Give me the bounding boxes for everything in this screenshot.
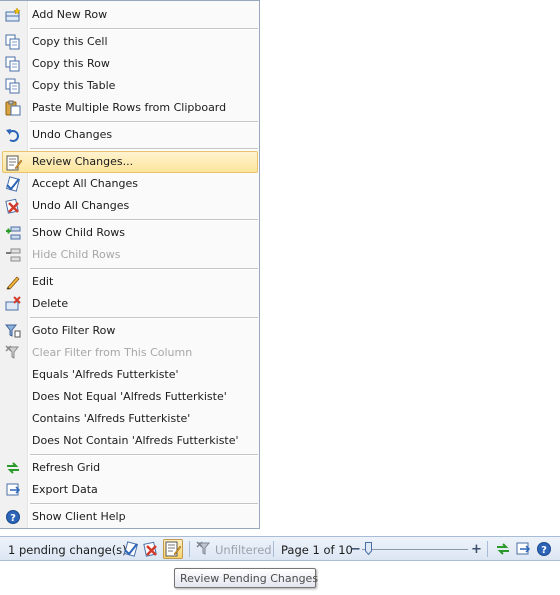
menu-item-filter-contains[interactable]: Contains 'Alfreds Futterkiste': [2, 408, 258, 430]
menu-item-label: Export Data: [32, 483, 98, 496]
menu-item-clear-filter[interactable]: Clear Filter from This Column: [2, 342, 258, 364]
menu-separator: [30, 28, 258, 30]
menu-item-filter-equals[interactable]: Equals 'Alfreds Futterkiste': [2, 364, 258, 386]
menu-separator: [30, 454, 258, 456]
menu-item-undo-all[interactable]: Undo All Changes: [2, 195, 258, 217]
menu-item-undo-changes[interactable]: Undo Changes: [2, 124, 258, 146]
menu-separator: [30, 317, 258, 319]
menu-item-label: Refresh Grid: [32, 461, 101, 474]
menu-separator: [30, 148, 258, 150]
menu-item-label: Show Child Rows: [32, 226, 126, 239]
menu-item-add-new-row[interactable]: Add New Row: [2, 4, 258, 26]
menu-item-show-child-rows[interactable]: Show Child Rows: [2, 222, 258, 244]
menu-item-filter-not-contains[interactable]: Does Not Contain 'Alfreds Futterkiste': [2, 430, 258, 452]
menu-separator: [30, 503, 258, 505]
menu-item-label: Copy this Table: [32, 79, 116, 92]
statusbar-divider: [189, 541, 190, 557]
copy-icon: [5, 78, 20, 94]
zoom-in-button[interactable]: +: [471, 542, 482, 557]
svg-text:?: ?: [541, 545, 547, 556]
help-icon[interactable]: ?: [536, 541, 552, 557]
refresh-icon[interactable]: [495, 541, 511, 557]
review-icon: [165, 541, 181, 557]
menu-item-paste-rows[interactable]: Paste Multiple Rows from Clipboard: [2, 97, 258, 119]
menu-item-review-changes[interactable]: Review Changes...: [2, 151, 258, 173]
menu-item-delete[interactable]: Delete: [2, 293, 258, 315]
filter-status-text: Unfiltered: [215, 543, 272, 557]
menu-item-label: Equals 'Alfreds Futterkiste': [32, 368, 179, 381]
menu-item-label: Copy this Row: [32, 57, 110, 70]
export-icon: [6, 483, 21, 496]
menu-item-label: Contains 'Alfreds Futterkiste': [32, 412, 191, 425]
statusbar-divider: [487, 541, 488, 557]
context-menu: Add New Row Copy this Cell Copy this Row…: [0, 0, 260, 529]
menu-item-label: Accept All Changes: [32, 177, 138, 190]
tooltip: Review Pending Changes: [174, 568, 319, 588]
add-row-icon: [5, 7, 21, 22]
menu-item-label: Undo All Changes: [32, 199, 130, 212]
zoom-out-button[interactable]: −: [350, 542, 361, 557]
show-child-icon: [6, 226, 21, 240]
menu-item-filter-not-equal[interactable]: Does Not Equal 'Alfreds Futterkiste': [2, 386, 258, 408]
menu-item-goto-filter-row[interactable]: Goto Filter Row: [2, 320, 258, 342]
menu-item-label: Undo Changes: [32, 128, 113, 141]
menu-item-copy-cell[interactable]: Copy this Cell: [2, 31, 258, 53]
menu-item-copy-row[interactable]: Copy this Row: [2, 53, 258, 75]
page-indicator: Page 1 of 10: [281, 543, 353, 557]
tooltip-text: Review Pending Changes: [180, 572, 319, 585]
paste-icon: [5, 100, 21, 116]
undo-all-icon: [5, 198, 19, 214]
hide-child-icon: [6, 248, 21, 262]
menu-item-hide-child-rows[interactable]: Hide Child Rows: [2, 244, 258, 266]
menu-separator: [30, 121, 258, 123]
undo-all-icon[interactable]: [143, 541, 159, 557]
menu-item-export-data[interactable]: Export Data: [2, 479, 258, 501]
menu-item-label: Copy this Cell: [32, 35, 108, 48]
menu-item-label: Does Not Equal 'Alfreds Futterkiste': [32, 390, 227, 403]
grid-status-bar: 1 pending change(s). Unfiltered Page 1 o…: [0, 536, 560, 561]
copy-icon: [5, 56, 20, 72]
menu-item-label: Show Client Help: [32, 510, 126, 523]
menu-item-label: Hide Child Rows: [32, 248, 121, 261]
review-icon: [6, 155, 22, 171]
menu-separator: [30, 219, 258, 221]
review-changes-button[interactable]: [163, 539, 183, 559]
delete-icon: [5, 296, 21, 311]
menu-item-label: Edit: [32, 275, 54, 288]
refresh-icon: [7, 462, 19, 474]
menu-item-label: Goto Filter Row: [32, 324, 116, 337]
export-icon[interactable]: [515, 541, 531, 557]
menu-item-edit[interactable]: Edit: [2, 271, 258, 293]
zoom-slider-thumb[interactable]: [365, 542, 372, 555]
accept-all-icon[interactable]: [123, 541, 139, 557]
clear-filter-icon: [5, 345, 20, 359]
statusbar-divider: [273, 541, 274, 557]
svg-text:?: ?: [10, 513, 16, 524]
zoom-slider-track[interactable]: [362, 549, 468, 550]
menu-item-label: Clear Filter from This Column: [32, 346, 193, 359]
pending-changes-text: 1 pending change(s).: [8, 543, 131, 557]
menu-item-label: Review Changes...: [32, 155, 134, 168]
menu-separator: [30, 268, 258, 270]
menu-item-label: Does Not Contain 'Alfreds Futterkiste': [32, 434, 239, 447]
filter-icon: [5, 324, 21, 338]
menu-item-copy-table[interactable]: Copy this Table: [2, 75, 258, 97]
menu-item-label: Paste Multiple Rows from Clipboard: [32, 101, 227, 114]
copy-icon: [5, 34, 20, 50]
menu-item-refresh-grid[interactable]: Refresh Grid: [2, 457, 258, 479]
filter-icon[interactable]: [196, 541, 212, 557]
menu-item-label: Add New Row: [32, 8, 108, 21]
undo-icon: [6, 129, 19, 142]
menu-item-accept-all[interactable]: Accept All Changes: [2, 173, 258, 195]
help-icon: ?: [6, 510, 20, 524]
menu-item-label: Delete: [32, 297, 69, 310]
pencil-icon: [6, 276, 20, 290]
accept-icon: [6, 176, 20, 192]
menu-item-show-client-help[interactable]: ? Show Client Help: [2, 506, 258, 528]
